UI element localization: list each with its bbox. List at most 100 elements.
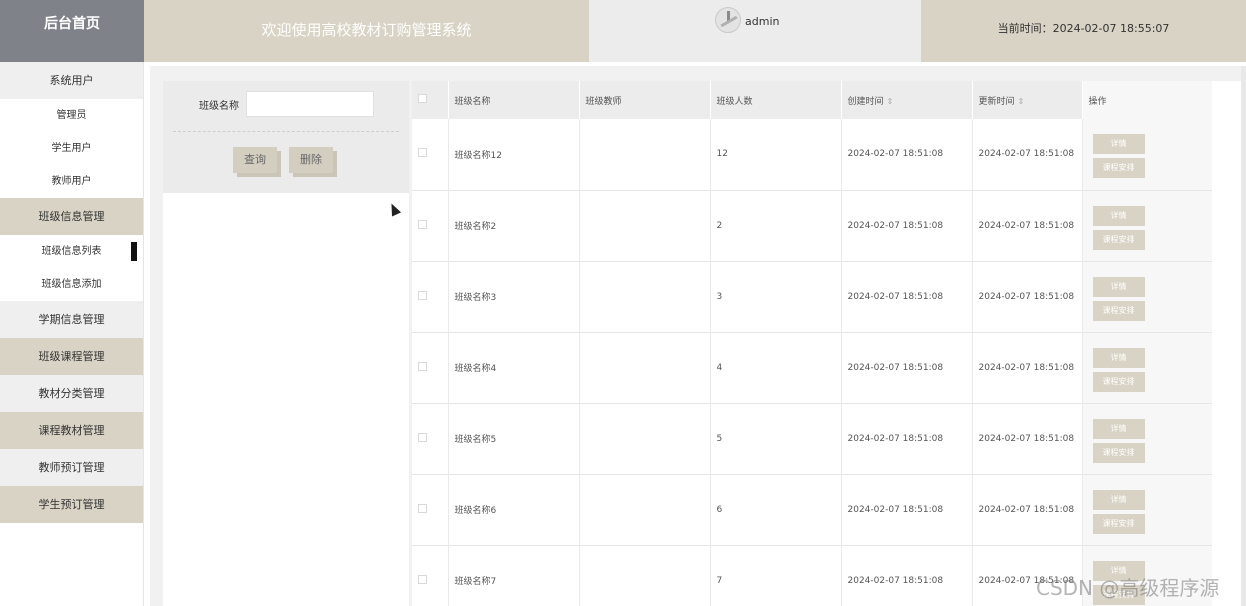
row-select-cell[interactable] xyxy=(412,119,449,190)
cell-class-teacher xyxy=(579,474,711,545)
cell-class-name: 班级名称4 xyxy=(448,332,580,403)
cell-class-name: 班级名称6 xyxy=(448,474,580,545)
sidebar-group-system-users[interactable]: 系统用户 xyxy=(0,62,143,99)
course-schedule-button[interactable]: 课程安排 xyxy=(1092,442,1145,463)
cell-class-name: 班级名称2 xyxy=(448,190,580,261)
table-row: 班级名称2 2 2024-02-07 18:51:08 2024-02-07 18:5… xyxy=(412,190,1212,261)
delete-button[interactable]: 删除 xyxy=(289,147,333,173)
active-indicator xyxy=(131,242,137,261)
row-select-cell[interactable] xyxy=(412,545,449,606)
class-table: 班级名称 班级教师 班级人数 创建时间 ⇕ 更新时间 ⇕ 操作 班级名称12 12 20… xyxy=(412,81,1212,606)
user-panel: admin xyxy=(589,0,921,62)
table-header-row: 班级名称 班级教师 班级人数 创建时间 ⇕ 更新时间 ⇕ 操作 xyxy=(412,81,1212,119)
cell-updated-time: 2024-02-07 18:51:08 xyxy=(972,474,1083,545)
table-row: 班级名称4 4 2024-02-07 18:51:08 2024-02-07 18:5… xyxy=(412,332,1212,403)
cell-created-time: 2024-02-07 18:51:08 xyxy=(841,403,973,474)
row-select-cell[interactable] xyxy=(412,261,449,332)
select-all-checkbox[interactable] xyxy=(418,94,427,103)
top-header: 后台首页 欢迎使用高校教材订购管理系统 admin 当前时间：2024-02-0… xyxy=(0,0,1246,62)
table-row: 班级名称12 12 2024-02-07 18:51:08 2024-02-07 18… xyxy=(412,119,1212,190)
table-row: 班级名称6 6 2024-02-07 18:51:08 2024-02-07 18:5… xyxy=(412,474,1212,545)
course-schedule-button[interactable]: 课程安排 xyxy=(1092,158,1145,179)
row-checkbox[interactable] xyxy=(418,148,427,158)
sidebar-group-class-info[interactable]: 班级信息管理 xyxy=(0,198,143,235)
cell-created-time: 2024-02-07 18:51:08 xyxy=(841,119,973,190)
time-value: 2024-02-07 18:55:07 xyxy=(1052,22,1170,35)
row-checkbox[interactable] xyxy=(418,290,427,300)
class-name-label: 班级名称 xyxy=(199,101,239,112)
sidebar-group-term-info[interactable]: 学期信息管理 xyxy=(0,301,143,338)
sidebar-item-label: 班级信息列表 xyxy=(41,246,102,257)
cell-class-count: 3 xyxy=(710,261,842,332)
header-updated-time[interactable]: 更新时间 ⇕ xyxy=(972,81,1083,119)
header-label: 创建时间 xyxy=(847,96,884,107)
header-class-teacher: 班级教师 xyxy=(579,81,711,119)
sort-icon[interactable]: ⇕ xyxy=(1018,97,1025,106)
detail-button[interactable]: 详情 xyxy=(1092,347,1145,368)
sidebar-group-teacher-orders[interactable]: 教师预订管理 xyxy=(0,449,143,486)
sidebar-group-class-courses[interactable]: 班级课程管理 xyxy=(0,338,143,375)
cell-class-count: 6 xyxy=(710,474,842,545)
sidebar-item-class-list[interactable]: 班级信息列表 xyxy=(0,235,143,268)
row-actions: 详情 课程安排 xyxy=(1082,261,1212,332)
row-select-cell[interactable] xyxy=(412,474,449,545)
course-schedule-button[interactable]: 课程安排 xyxy=(1092,371,1145,392)
cell-class-teacher xyxy=(579,545,711,606)
table-body: 班级名称12 12 2024-02-07 18:51:08 2024-02-07 18… xyxy=(412,119,1212,606)
time-label: 当前时间： xyxy=(997,22,1053,35)
row-select-cell[interactable] xyxy=(412,332,449,403)
cell-updated-time: 2024-02-07 18:51:08 xyxy=(972,403,1083,474)
row-checkbox[interactable] xyxy=(418,432,427,442)
sidebar: 系统用户 管理员 学生用户 教师用户 班级信息管理 班级信息列表 班级信息添加 … xyxy=(0,62,144,606)
row-checkbox[interactable] xyxy=(418,361,427,371)
scrollbar[interactable] xyxy=(1241,66,1246,606)
sidebar-item-class-add[interactable]: 班级信息添加 xyxy=(0,268,143,301)
header-created-time[interactable]: 创建时间 ⇕ xyxy=(841,81,973,119)
sidebar-item-students[interactable]: 学生用户 xyxy=(0,132,143,165)
detail-button[interactable]: 详情 xyxy=(1092,134,1145,155)
sidebar-group-textbook-categories[interactable]: 教材分类管理 xyxy=(0,375,143,412)
table-row: 班级名称3 3 2024-02-07 18:51:08 2024-02-07 18:5… xyxy=(412,261,1212,332)
avatar-icon[interactable] xyxy=(715,7,741,33)
sidebar-item-teachers[interactable]: 教师用户 xyxy=(0,165,143,198)
cell-class-count: 7 xyxy=(710,545,842,606)
header-label: 更新时间 xyxy=(978,96,1015,107)
row-checkbox[interactable] xyxy=(418,503,427,513)
row-checkbox[interactable] xyxy=(418,219,427,229)
watermark: CSDN @高级程序源 xyxy=(1036,576,1220,600)
row-actions: 详情 课程安排 xyxy=(1082,119,1212,190)
sidebar-group-student-orders[interactable]: 学生预订管理 xyxy=(0,486,143,523)
sidebar-item-admins[interactable]: 管理员 xyxy=(0,99,143,132)
row-select-cell[interactable] xyxy=(412,403,449,474)
class-name-input[interactable] xyxy=(246,91,374,117)
cell-updated-time: 2024-02-07 18:51:08 xyxy=(972,190,1083,261)
course-schedule-button[interactable]: 课程安排 xyxy=(1092,300,1145,321)
cell-updated-time: 2024-02-07 18:51:08 xyxy=(972,261,1083,332)
detail-button[interactable]: 详情 xyxy=(1092,205,1145,226)
row-actions: 详情 课程安排 xyxy=(1082,332,1212,403)
detail-button[interactable]: 详情 xyxy=(1092,276,1145,297)
row-actions: 详情 课程安排 xyxy=(1082,474,1212,545)
detail-button[interactable]: 详情 xyxy=(1092,418,1145,439)
cell-created-time: 2024-02-07 18:51:08 xyxy=(841,545,973,606)
current-time: 当前时间：2024-02-07 18:55:07 xyxy=(921,0,1246,62)
select-all-cell[interactable] xyxy=(412,81,449,119)
course-schedule-button[interactable]: 课程安排 xyxy=(1092,229,1145,250)
sidebar-group-course-textbooks[interactable]: 课程教材管理 xyxy=(0,412,143,449)
cell-created-time: 2024-02-07 18:51:08 xyxy=(841,474,973,545)
row-checkbox[interactable] xyxy=(418,574,427,584)
course-schedule-button[interactable]: 课程安排 xyxy=(1092,513,1145,534)
cell-class-teacher xyxy=(579,403,711,474)
detail-button[interactable]: 详情 xyxy=(1092,489,1145,510)
system-title: 欢迎使用高校教材订购管理系统 xyxy=(144,0,589,62)
row-select-cell[interactable] xyxy=(412,190,449,261)
sort-icon[interactable]: ⇕ xyxy=(887,97,894,106)
brand-home-link[interactable]: 后台首页 xyxy=(0,0,144,62)
class-table-container: 班级名称 班级教师 班级人数 创建时间 ⇕ 更新时间 ⇕ 操作 班级名称12 12 20… xyxy=(412,81,1212,606)
row-actions: 详情 课程安排 xyxy=(1082,403,1212,474)
cell-class-count: 12 xyxy=(710,119,842,190)
query-button[interactable]: 查询 xyxy=(233,147,277,173)
cell-created-time: 2024-02-07 18:51:08 xyxy=(841,261,973,332)
cell-updated-time: 2024-02-07 18:51:08 xyxy=(972,119,1083,190)
user-name[interactable]: admin xyxy=(745,15,779,28)
